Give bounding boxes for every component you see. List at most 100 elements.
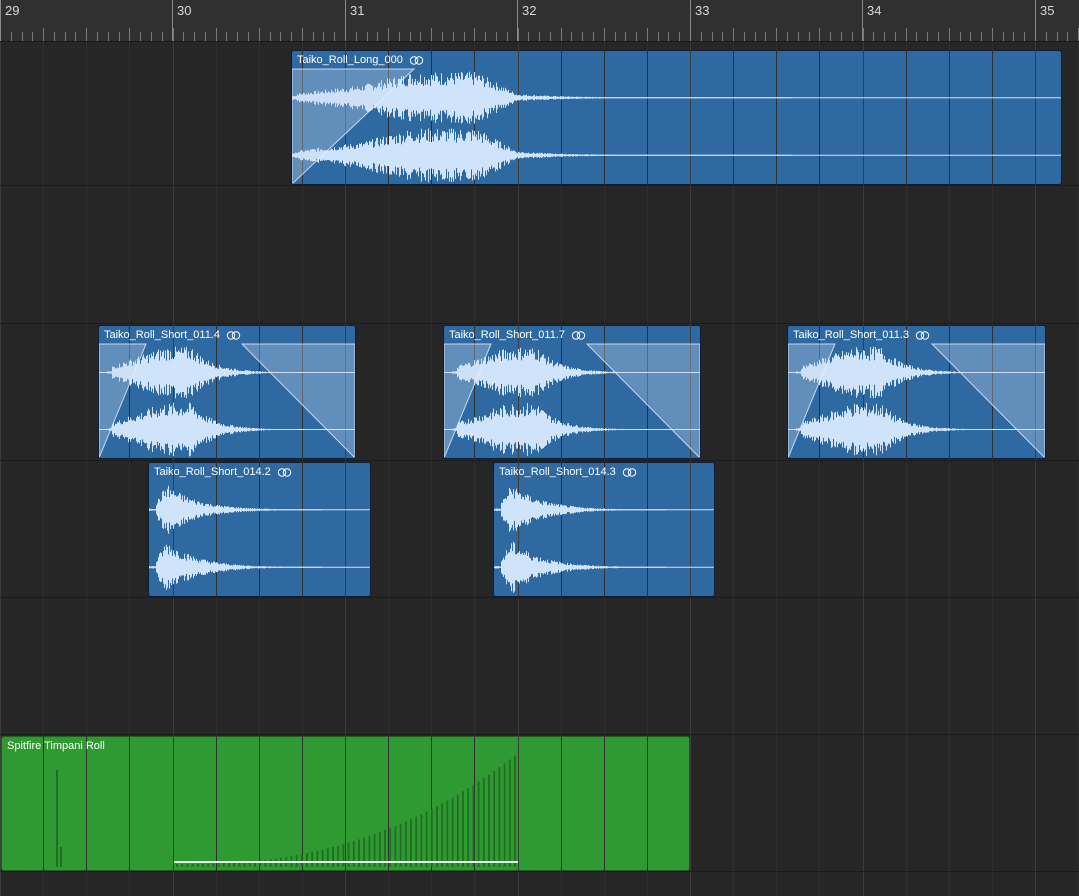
fade-shape [930, 343, 1045, 458]
waveform [494, 487, 714, 593]
sub-tick [863, 28, 864, 41]
fade-curves[interactable] [444, 326, 700, 458]
sub-tick [733, 28, 734, 41]
sub-tick [43, 28, 44, 41]
waveform-channel [149, 544, 322, 590]
region-name: Taiko_Roll_Long_000 [297, 54, 424, 66]
sub-tick [1057, 32, 1058, 41]
sub-tick [927, 32, 928, 41]
loop-icon [571, 330, 586, 340]
sub-tick [679, 32, 680, 41]
grid-line [0, 42, 1, 896]
audio-region-taiko-roll-short-011-7[interactable]: Taiko_Roll_Short_011.7 [443, 325, 701, 459]
audio-region-taiko-roll-short-014-2[interactable]: Taiko_Roll_Short_014.2 [148, 462, 371, 597]
sub-tick [248, 32, 249, 41]
sub-tick [755, 32, 756, 41]
sub-tick [787, 32, 788, 41]
audio-region-taiko-roll-long[interactable]: Taiko_Roll_Long_000 [291, 50, 1062, 185]
sub-tick [334, 32, 335, 41]
sub-tick [765, 32, 766, 41]
sub-tick [712, 32, 713, 41]
sub-tick [485, 32, 486, 41]
sub-tick [658, 32, 659, 41]
waveform [149, 485, 370, 590]
audio-region-taiko-roll-short-014-3[interactable]: Taiko_Roll_Short_014.3 [493, 462, 715, 597]
bar-number: 31 [350, 3, 365, 18]
sub-tick [873, 32, 874, 41]
midi-notes-and-velocity [56, 755, 518, 867]
sub-tick [65, 32, 66, 41]
sub-tick [582, 32, 583, 41]
sub-tick [388, 28, 389, 41]
fade-shape [99, 343, 147, 458]
sub-tick [798, 32, 799, 41]
region-name: Taiko_Roll_Short_011.7 [449, 329, 586, 341]
sub-tick [1013, 32, 1014, 41]
sub-tick [1003, 32, 1004, 41]
sub-tick [280, 32, 281, 41]
loop-icon [277, 467, 292, 477]
sub-tick [442, 32, 443, 41]
waveform-channel [494, 487, 666, 532]
fade-curves[interactable] [99, 326, 355, 458]
sub-tick [216, 28, 217, 41]
sub-tick [237, 32, 238, 41]
tracks-area[interactable]: Taiko_Roll_Long_000 Taiko_Roll_Short_011… [0, 42, 1079, 896]
timeline-ruler[interactable]: 29 30 31 32 33 34 35 [0, 0, 1079, 42]
sub-tick [593, 32, 594, 41]
sub-tick [668, 32, 669, 41]
sub-tick [162, 32, 163, 41]
sub-tick [453, 32, 454, 41]
sub-tick [270, 32, 271, 41]
sub-tick [744, 32, 745, 41]
sub-tick [32, 32, 33, 41]
bar-number: 33 [695, 3, 710, 18]
sub-tick [647, 28, 648, 41]
bar-tick [345, 0, 346, 41]
sub-tick [561, 28, 562, 41]
loop-icon [622, 467, 637, 477]
sub-tick [906, 28, 907, 41]
sub-tick [140, 32, 141, 41]
sub-tick [226, 32, 227, 41]
region-name: Taiko_Roll_Short_014.3 [499, 466, 637, 478]
sub-tick [507, 32, 508, 41]
sub-tick [776, 28, 777, 41]
sub-tick [420, 32, 421, 41]
track-divider [0, 597, 1079, 598]
sub-tick [183, 32, 184, 41]
sub-tick [1024, 32, 1025, 41]
fade-shape [585, 343, 700, 458]
sub-tick [970, 32, 971, 41]
sub-tick [992, 28, 993, 41]
sub-tick [809, 32, 810, 41]
sub-tick [571, 32, 572, 41]
audio-region-taiko-roll-short-011-3[interactable]: Taiko_Roll_Short_011.3 [787, 325, 1046, 459]
sub-tick [410, 32, 411, 41]
region-name: Taiko_Roll_Short_014.2 [154, 466, 292, 478]
audio-region-taiko-roll-short-011-4[interactable]: Taiko_Roll_Short_011.4 [98, 325, 356, 459]
sub-tick [377, 32, 378, 41]
sub-tick [960, 32, 961, 41]
sub-tick [173, 28, 174, 41]
sub-tick [830, 32, 831, 41]
fade-in-curve[interactable] [292, 51, 1061, 184]
loop-icon [226, 330, 241, 340]
sub-tick [550, 32, 551, 41]
sub-tick [119, 32, 120, 41]
waveform-channel [149, 485, 322, 534]
region-name: Spitfire Timpani Roll [7, 740, 105, 752]
bar-number: 29 [5, 3, 20, 18]
region-name: Taiko_Roll_Short_011.4 [104, 329, 241, 341]
sub-tick [615, 32, 616, 41]
sub-tick [22, 32, 23, 41]
sub-tick [539, 32, 540, 41]
sub-tick [205, 32, 206, 41]
fade-curves[interactable] [788, 326, 1045, 458]
bar-number: 34 [867, 3, 882, 18]
sub-tick [367, 32, 368, 41]
bar-tick [0, 0, 1, 41]
midi-region-spitfire-timpani-roll[interactable]: Spitfire Timpani Roll [1, 736, 690, 871]
sub-tick [11, 32, 12, 41]
sub-tick [636, 32, 637, 41]
